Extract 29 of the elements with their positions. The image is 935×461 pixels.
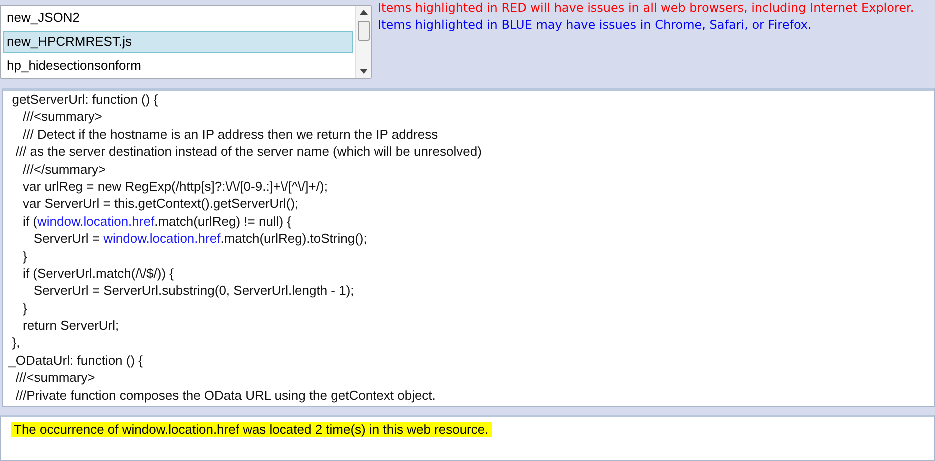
legend-note: Items highlighted in RED will have issues in all web browsers, including Internet Explorer.	[378, 0, 914, 17]
code-line: }	[22, 248, 28, 265]
scroll-thumb[interactable]	[358, 21, 370, 41]
code-line: getServerUrl: function () {	[11, 91, 160, 108]
resource-list[interactable]: new_JSON2 new_HPCRMREST.js hp_hidesectionsonform	[0, 5, 372, 79]
code-line: },	[11, 334, 22, 352]
code-line: ///<summary>	[22, 108, 104, 126]
code-line: ///</summary>	[22, 160, 108, 178]
code-line: ServerUrl = ServerUrl.substring(0, ServerUrl.length - 1);	[32, 282, 356, 300]
code-line: ServerUrl = window.location.href.match(urlReg).toString();	[32, 230, 368, 248]
scrollbar[interactable]	[355, 6, 371, 78]
code-line: }	[22, 300, 28, 318]
legend-note: Items highlighted in BLUE may have issues in Chrome, Safari, or Firefox.	[378, 17, 813, 34]
code-line: /// Detect if the hostname is an IP address then we return the IP address	[22, 126, 440, 144]
list-item[interactable]: new_JSON2	[3, 7, 353, 29]
code-line: var urlReg = new RegExp(/http[s]?:\/\/[0-9.:]+\/[^\/]+/);	[22, 178, 329, 196]
code-line: var ServerUrl = this.getContext().getServerUrl();	[22, 195, 300, 213]
list-item[interactable]: new_HPCRMREST.js	[3, 31, 353, 53]
code-line: return ServerUrl;	[22, 317, 120, 334]
code-line: ///Private function composes the OData URL using the getContext object.	[14, 386, 437, 404]
code-line: /// as the server destination instead of the server name (which will be unresolved)	[14, 143, 483, 161]
scroll-up-icon[interactable]	[360, 10, 368, 15]
code-line: _ODataUrl: function () {	[8, 352, 144, 370]
scroll-down-icon[interactable]	[360, 69, 368, 74]
result-message: The occurrence of window.location.href was located 2 time(s) in this web resource.	[11, 422, 492, 437]
list-item[interactable]: hp_hidesectionsonform	[3, 55, 353, 77]
code-line: if (ServerUrl.match(/\/$/)) {	[22, 264, 176, 282]
code-line: ///<summary>	[14, 369, 96, 387]
code-line: if (window.location.href.match(urlReg) != null) {	[22, 212, 292, 230]
